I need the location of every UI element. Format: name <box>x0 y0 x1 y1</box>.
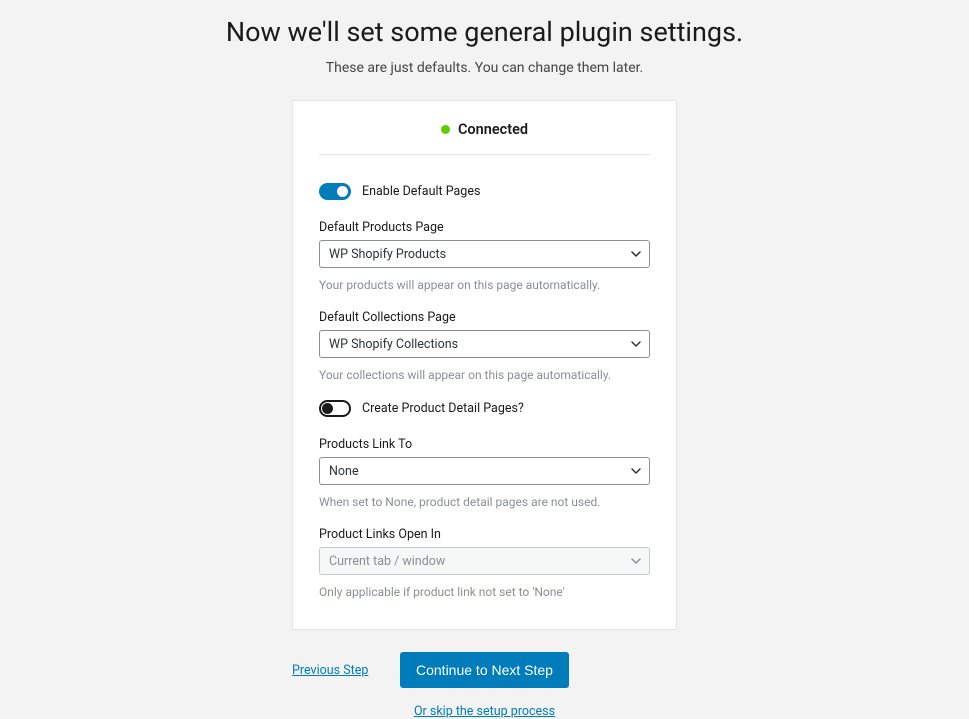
previous-step-link[interactable]: Previous Step <box>292 663 368 678</box>
connection-status: Connected <box>319 121 650 155</box>
page-subtitle: These are just defaults. You can change … <box>326 60 644 76</box>
links-open-in-select: Current tab / window <box>319 547 650 575</box>
products-link-to-label: Products Link To <box>319 437 650 452</box>
enable-default-pages-toggle[interactable] <box>319 183 351 200</box>
links-open-in-help: Only applicable if product link not set … <box>319 585 650 599</box>
collections-page-help: Your collections will appear on this pag… <box>319 368 650 382</box>
continue-button[interactable]: Continue to Next Step <box>400 652 569 688</box>
products-page-help: Your products will appear on this page a… <box>319 278 650 292</box>
collections-page-label: Default Collections Page <box>319 310 650 325</box>
products-page-label: Default Products Page <box>319 220 650 235</box>
settings-card: Connected Enable Default Pages Default P… <box>292 100 677 630</box>
skip-setup-link[interactable]: Or skip the setup process <box>414 704 555 719</box>
status-dot-icon <box>441 125 450 134</box>
links-open-in-label: Product Links Open In <box>319 527 650 542</box>
collections-page-select[interactable]: WP Shopify Collections <box>319 330 650 358</box>
products-link-to-help: When set to None, product detail pages a… <box>319 495 650 509</box>
create-detail-pages-label: Create Product Detail Pages? <box>362 401 524 416</box>
enable-default-pages-label: Enable Default Pages <box>362 184 480 199</box>
create-detail-pages-toggle[interactable] <box>319 400 351 417</box>
toggle-knob-icon <box>337 186 348 197</box>
products-page-select[interactable]: WP Shopify Products <box>319 240 650 268</box>
products-link-to-select[interactable]: None <box>319 457 650 485</box>
status-text: Connected <box>458 121 528 138</box>
footer-nav: Previous Step Continue to Next Step <box>292 652 677 688</box>
page-title: Now we'll set some general plugin settin… <box>226 16 743 48</box>
toggle-knob-icon <box>322 403 333 414</box>
